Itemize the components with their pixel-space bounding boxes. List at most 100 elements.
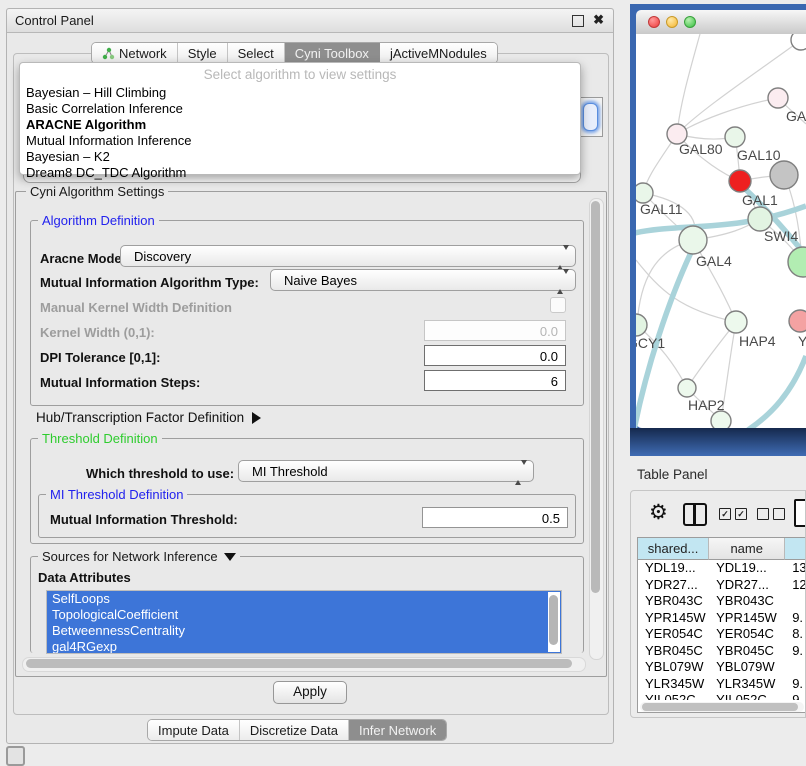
node-label: GAL1 xyxy=(742,192,778,208)
tab-select[interactable]: Select xyxy=(228,43,285,63)
network-canvas[interactable]: GALGAL80GAL10GAL1GAL11SWI4GAL4GCY1HAP4YH… xyxy=(636,34,806,428)
combo-stepper-icon xyxy=(557,274,569,289)
mi-threshold-field[interactable]: 0.5 xyxy=(422,507,568,528)
table-horizontal-scrollbar[interactable] xyxy=(640,702,804,712)
attribute-list-item[interactable]: gal4RGexp xyxy=(47,639,561,654)
table-row[interactable]: YDR27...YDR27...12 xyxy=(638,577,806,594)
network-node-y[interactable] xyxy=(789,310,806,332)
which-threshold-combo[interactable]: MI Threshold xyxy=(238,460,534,482)
network-node[interactable] xyxy=(770,161,798,189)
table-row[interactable]: YBR045CYBR045C9. xyxy=(638,643,806,660)
cyni-algorithm-settings-group: Cyni Algorithm Settings Algorithm Defini… xyxy=(15,191,607,677)
network-icon xyxy=(102,47,115,60)
network-edge[interactable] xyxy=(677,98,778,134)
manual-kernel-width-checkbox[interactable] xyxy=(550,297,566,313)
tab-discretize-data[interactable]: Discretize Data xyxy=(240,720,349,740)
tab-jactivemnodules[interactable]: jActiveMNodules xyxy=(380,43,497,63)
minimize-traffic-light-icon[interactable] xyxy=(666,16,678,28)
aracne-mode-combo[interactable]: Discovery xyxy=(120,245,576,267)
table-row[interactable]: YPR145WYPR145W9. xyxy=(638,610,806,627)
network-node-gal11[interactable] xyxy=(636,183,653,203)
node-table: shared...name YDL19...YDL19...13YDR27...… xyxy=(637,537,806,713)
combo-stepper-icon xyxy=(515,465,527,480)
gear-icon[interactable]: ⚙ xyxy=(649,500,668,525)
dpi-tolerance-field[interactable]: 0.0 xyxy=(424,345,566,366)
select-checked-icon[interactable]: ✓✓ xyxy=(719,508,747,520)
network-node[interactable] xyxy=(791,34,806,50)
column-header[interactable]: shared... xyxy=(638,538,709,560)
table-row[interactable]: YBL079WYBL079W xyxy=(638,659,806,676)
dropdown-item[interactable]: Bayesian – K2 xyxy=(24,149,576,165)
attribute-list-item[interactable]: TopologicalCoefficient xyxy=(47,607,561,623)
network-node-hap4[interactable] xyxy=(725,311,747,333)
hub-definition-expander[interactable]: Hub/Transcription Factor Definition xyxy=(36,410,261,425)
dropdown-item[interactable]: Dream8 DC_TDC Algorithm xyxy=(24,165,576,181)
float-window-icon[interactable] xyxy=(572,15,584,27)
apply-button[interactable]: Apply xyxy=(273,681,347,704)
threshold-definition-title: Threshold Definition xyxy=(38,431,162,446)
network-node-gal10[interactable] xyxy=(725,127,745,147)
tab-impute-data[interactable]: Impute Data xyxy=(148,720,240,740)
sources-expander[interactable]: Sources for Network Inference xyxy=(38,549,240,564)
document-icon[interactable] xyxy=(794,499,806,527)
tab-network[interactable]: Network xyxy=(92,43,178,63)
attribute-list-item[interactable]: BetweennessCentrality xyxy=(47,623,561,639)
network-window-titlebar[interactable] xyxy=(636,10,806,35)
inference-algorithm-combo-stepper[interactable] xyxy=(579,97,603,137)
network-window-frame xyxy=(630,428,806,456)
table-row[interactable]: YBR043CYBR043C xyxy=(638,593,806,610)
network-edge[interactable] xyxy=(677,40,801,134)
dropdown-item[interactable]: Mutual Information Inference xyxy=(24,133,576,149)
tab-style[interactable]: Style xyxy=(178,43,228,63)
aracne-mode-label: Aracne Mode: xyxy=(40,251,126,266)
node-label: SWI4 xyxy=(764,228,798,244)
list-scrollbar[interactable] xyxy=(548,592,560,652)
mi-algorithm-type-combo[interactable]: Naive Bayes xyxy=(270,269,576,291)
network-node-gal4[interactable] xyxy=(679,226,707,254)
settings-group-title: Cyni Algorithm Settings xyxy=(26,184,168,199)
select-unchecked-icon[interactable] xyxy=(757,508,785,520)
kernel-width-label: Kernel Width (0,1): xyxy=(40,325,155,340)
network-node[interactable] xyxy=(788,247,806,277)
control-panel-window: Control Panel ✖ NetworkStyleSelectCyni T… xyxy=(6,8,614,744)
control-panel-tabs: NetworkStyleSelectCyni ToolboxjActiveMNo… xyxy=(91,42,498,64)
table-toolbar: ⚙ ✓✓ xyxy=(631,491,805,537)
table-row[interactable]: YIL052CYIL052C9. xyxy=(638,692,806,700)
node-label: GAL11 xyxy=(640,201,683,217)
dropdown-item[interactable]: Bayesian – Hill Climbing xyxy=(24,85,576,101)
table-row[interactable]: YLR345WYLR345W9. xyxy=(638,676,806,693)
mi-steps-label: Mutual Information Steps: xyxy=(40,375,200,390)
algorithm-dropdown-prompt: Select algorithm to view settings xyxy=(20,67,580,82)
tab-cyni-toolbox[interactable]: Cyni Toolbox xyxy=(285,43,380,63)
column-header[interactable] xyxy=(785,538,806,560)
combo-stepper-icon xyxy=(557,250,569,265)
network-node-hap2[interactable] xyxy=(678,379,696,397)
table-row[interactable]: YDL19...YDL19...13 xyxy=(638,560,806,577)
zoom-traffic-light-icon[interactable] xyxy=(684,16,696,28)
control-panel-titlebar[interactable]: Control Panel ✖ xyxy=(7,9,613,33)
data-attributes-label: Data Attributes xyxy=(38,570,131,585)
close-icon[interactable]: ✖ xyxy=(593,12,604,28)
dropdown-item[interactable]: ARACNE Algorithm xyxy=(24,117,576,133)
attribute-list-item[interactable]: SelfLoops xyxy=(47,591,561,607)
dpi-tolerance-label: DPI Tolerance [0,1]: xyxy=(40,350,160,365)
node-label: GCY1 xyxy=(636,335,665,351)
network-node-gal1[interactable] xyxy=(729,170,751,192)
mi-steps-field[interactable]: 6 xyxy=(424,370,566,391)
network-edge[interactable] xyxy=(677,34,700,134)
settings-vertical-scrollbar[interactable] xyxy=(589,198,604,660)
tab-infer-network[interactable]: Infer Network xyxy=(349,720,446,740)
network-edge-highlighted[interactable] xyxy=(748,356,806,428)
network-view-window: GALGAL80GAL10GAL1GAL11SWI4GAL4GCY1HAP4YH… xyxy=(630,4,806,456)
network-node-gal[interactable] xyxy=(768,88,788,108)
column-header[interactable]: name xyxy=(709,538,785,560)
close-traffic-light-icon[interactable] xyxy=(648,16,660,28)
network-node[interactable] xyxy=(711,411,731,428)
network-edge[interactable] xyxy=(687,322,736,388)
split-column-icon[interactable] xyxy=(683,503,707,526)
dropdown-item[interactable]: Basic Correlation Inference xyxy=(24,101,576,117)
table-row[interactable]: YER054CYER054C8. xyxy=(638,626,806,643)
kernel-width-field[interactable]: 0.0 xyxy=(424,320,566,341)
settings-horizontal-scrollbar[interactable] xyxy=(22,657,586,672)
collapsed-panel-icon[interactable] xyxy=(6,746,25,766)
